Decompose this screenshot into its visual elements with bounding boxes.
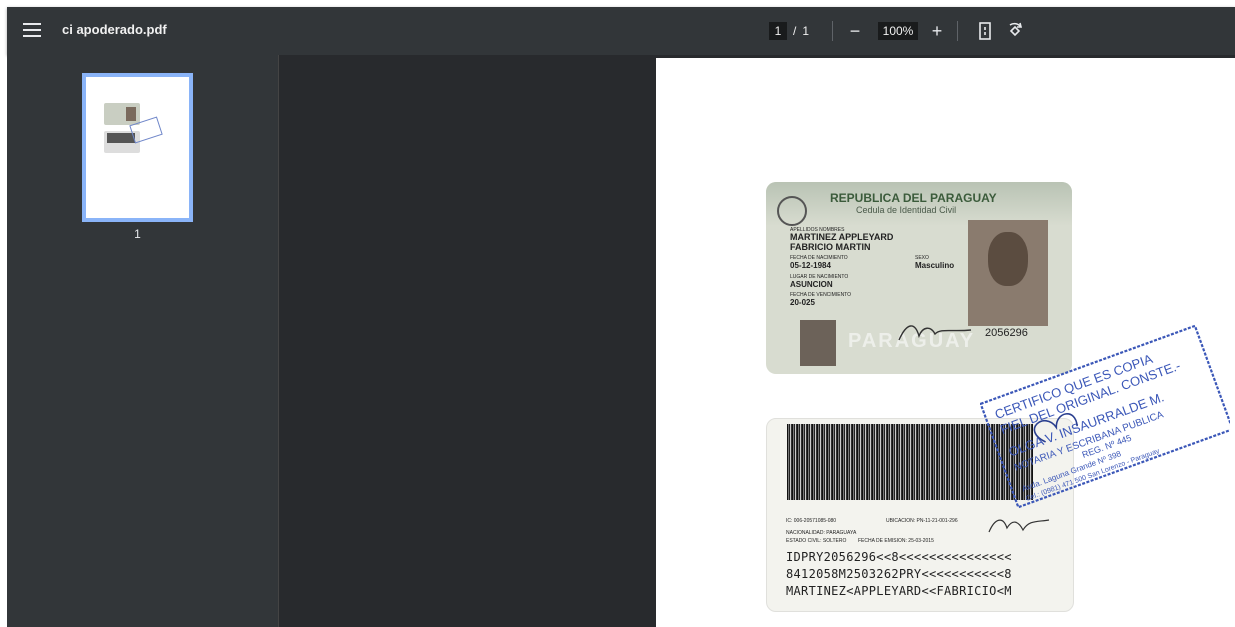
fit-to-page-icon[interactable] [973,19,997,43]
zoom-out-button[interactable]: − [843,19,867,43]
card-ic: IC: 006-20571085-080 [786,518,837,524]
page-thumbnail[interactable] [82,73,193,222]
card-civil-status: ESTADO CIVIL: SOLTERO [786,538,847,544]
card-sex: Masculino [915,261,955,270]
page-number-input[interactable] [769,22,787,40]
page-indicator: / 1 [769,20,809,42]
card-exp: 20-025 [790,298,815,307]
back-signature-icon [988,519,1050,533]
card-surname: MARTINEZ APPLEYARD [790,232,894,242]
zoom-in-button[interactable]: + [925,19,949,43]
card-nationality: NACIONALIDAD: PARAGUAYA [786,530,857,536]
coat-of-arms-icon [777,196,807,226]
document-title: ci apoderado.pdf [62,22,167,37]
id-photo-face [988,232,1028,286]
rotate-icon[interactable] [1003,19,1027,43]
id-ghost-photo [800,320,836,366]
thumbnail-sidebar: 1 [7,55,278,627]
pdf-toolbar: ci apoderado.pdf / 1 − + [7,7,1235,55]
thumbnail-preview [104,103,163,153]
card-country: REPUBLICA DEL PARAGUAY [830,191,997,205]
card-pob: ASUNCION [790,280,833,289]
signature-icon [898,325,972,341]
page-separator: / [793,24,797,38]
card-doc-type: Cedula de Identidad Civil [856,205,957,215]
card-dob: 05-12-1984 [790,261,831,270]
mrz-line-3: MARTINEZ<APPLEYARD<<FABRICIO<M [786,584,1012,598]
mrz-line-2: 8412058M2503262PRY<<<<<<<<<<<8 [786,567,1012,581]
zoom-input[interactable] [878,22,918,40]
thumbnail-page-label: 1 [134,227,141,241]
page-total: 1 [802,24,810,38]
notary-stamp: CERTIFICO QUE ES COPIA FIEL DEL ORIGINAL… [980,324,1230,509]
toolbar-divider [957,21,958,41]
card-given-names: FABRICIO MARTIN [790,242,871,252]
card-location: UBICACION: PN-11-21-001-296 [886,518,958,524]
mrz-line-1: IDPRY2056296<<8<<<<<<<<<<<<<<< [786,550,1012,564]
hamburger-menu-icon[interactable] [23,23,41,39]
toolbar-divider [832,21,833,41]
card-issue-date: FECHA DE EMISION: 25-03-2015 [858,538,934,544]
